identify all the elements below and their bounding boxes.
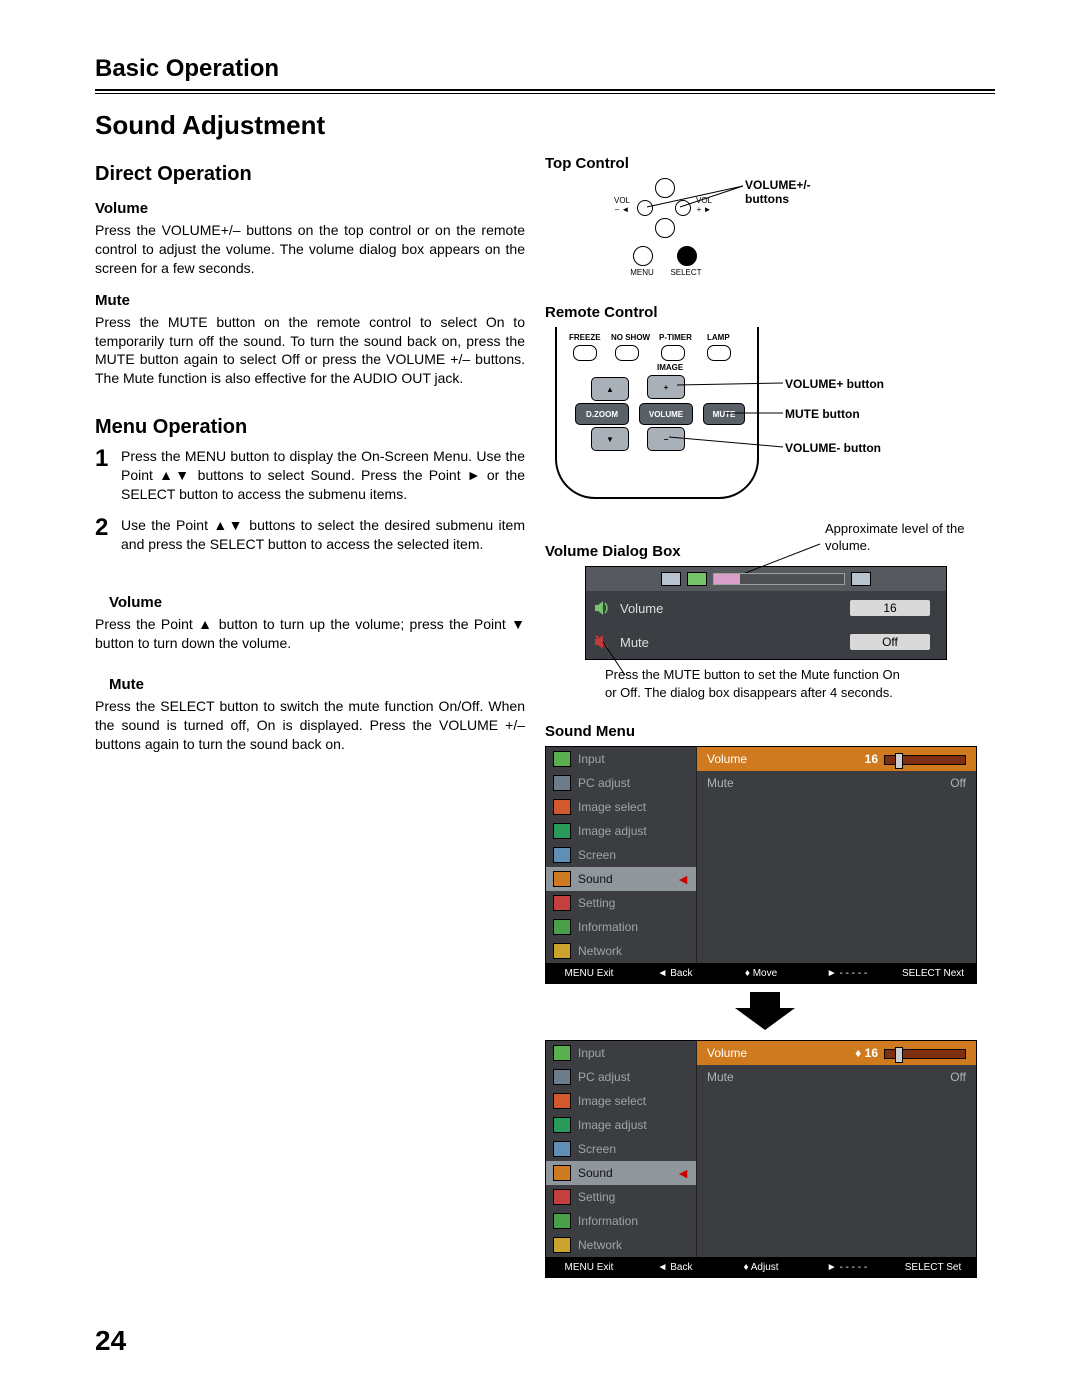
- direct-mute-text: Press the MUTE button on the remote cont…: [95, 313, 525, 389]
- menu-operation-heading: Menu Operation: [95, 416, 525, 439]
- vol-plus-button[interactable]: +: [647, 375, 685, 399]
- freeze-label: FREEZE: [569, 333, 601, 342]
- volume-button[interactable]: VOLUME: [639, 403, 693, 425]
- direct-volume-heading: Volume: [95, 200, 525, 217]
- direct-volume-text: Press the VOLUME+/– buttons on the top c…: [95, 221, 525, 278]
- menu-mute-heading: Mute: [109, 676, 525, 693]
- mute-value: Off: [850, 634, 930, 650]
- mute-button[interactable]: MUTE: [703, 403, 745, 425]
- menu-mute-text: Press the SELECT button to switch the mu…: [95, 697, 525, 754]
- top-control-heading: Top Control: [545, 155, 985, 172]
- sound-menu-heading: Sound Menu: [545, 723, 985, 740]
- step-2-text: Use the Point ▲▼ buttons to select the d…: [121, 516, 525, 554]
- section-heading: Sound Adjustment: [95, 110, 995, 141]
- remote-control-heading: Remote Control: [545, 304, 985, 321]
- vol-minus-callout: VOLUME- button: [785, 441, 881, 455]
- vol-minus-label: VOL– ◄: [609, 196, 635, 214]
- vol-buttons-callout: VOLUME+/- buttons: [745, 178, 845, 206]
- vol-plus-label: VOL+ ►: [691, 196, 717, 214]
- menu-volume-text: Press the Point ▲ button to turn up the …: [95, 615, 525, 653]
- dzoom-button[interactable]: D.ZOOM: [575, 403, 629, 425]
- vol-minus-button[interactable]: −: [647, 427, 685, 451]
- image-label: IMAGE: [657, 363, 683, 372]
- volume-value: 16: [850, 600, 930, 616]
- speaker-icon: [586, 600, 620, 616]
- down-arrow-icon: [730, 992, 800, 1032]
- chapter-heading: Basic Operation: [95, 55, 995, 83]
- lamp-label: LAMP: [707, 333, 730, 342]
- noshow-label: NO SHOW: [611, 333, 650, 342]
- step-number-1: 1: [95, 447, 121, 504]
- select-button-label: SELECT: [669, 268, 703, 277]
- step-number-2: 2: [95, 516, 121, 554]
- dzoom-down-button[interactable]: ▼: [591, 427, 629, 451]
- volume-label: Volume: [620, 601, 850, 616]
- sound-menu-screenshot-1: Input Volume16 PC adjust MuteOff Image s…: [545, 746, 977, 984]
- direct-operation-heading: Direct Operation: [95, 163, 525, 186]
- step-1-text: Press the MENU button to display the On-…: [121, 447, 525, 504]
- volume-dialog-box: Volume 16 Mute Off: [585, 566, 947, 660]
- volume-dialog-heading: Volume Dialog Box: [545, 543, 681, 560]
- remote-control-diagram: FREEZE NO SHOW P-TIMER LAMP IMAGE + ▲ D.…: [555, 327, 805, 497]
- direct-mute-heading: Mute: [95, 292, 525, 309]
- mute-icon: [586, 634, 620, 650]
- sound-menu-screenshot-2: Input Volume♦ 16 PC adjust MuteOff Image…: [545, 1040, 977, 1278]
- approx-level-note: Approximate level of the volume.: [825, 521, 985, 555]
- mute-callout: MUTE button: [785, 407, 860, 421]
- page-number: 24: [95, 1325, 126, 1357]
- vol-plus-callout: VOLUME+ button: [785, 377, 884, 391]
- dzoom-up-button[interactable]: ▲: [591, 377, 629, 401]
- mute-dialog-note: Press the MUTE button to set the Mute fu…: [605, 666, 905, 701]
- mute-label: Mute: [620, 635, 850, 650]
- ptimer-label: P-TIMER: [659, 333, 692, 342]
- menu-volume-heading: Volume: [109, 594, 525, 611]
- menu-button-label: MENU: [629, 268, 655, 277]
- top-control-diagram: VOL– ◄ VOL+ ► MENU SELECT VOLUME+/- butt…: [585, 178, 845, 298]
